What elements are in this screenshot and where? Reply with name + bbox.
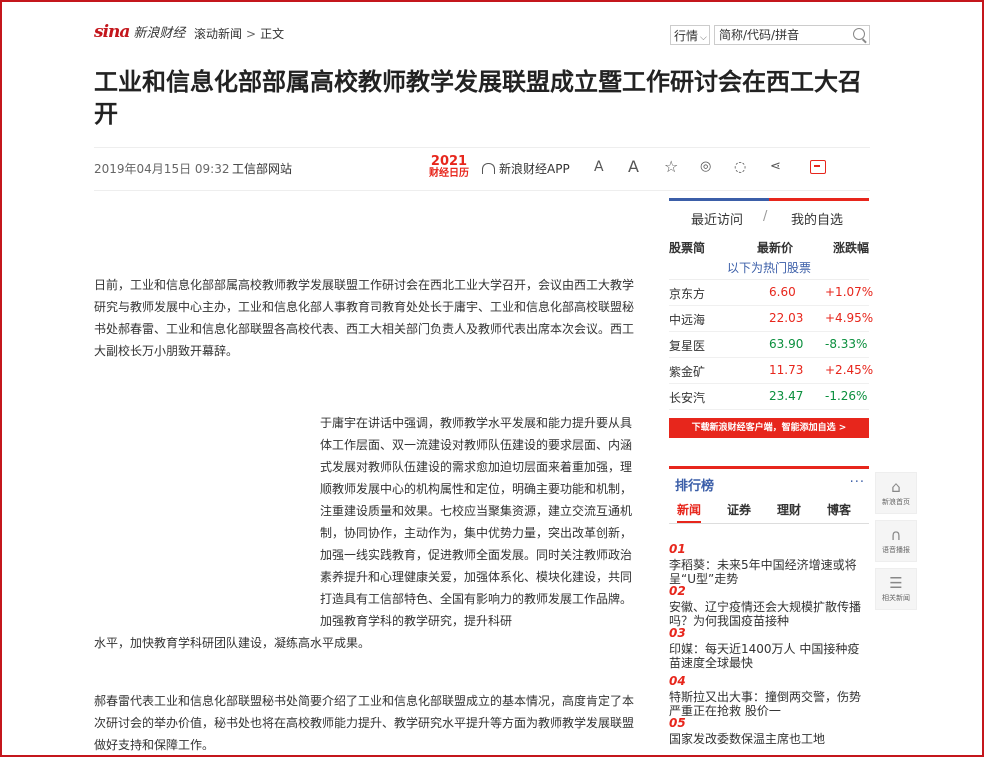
search-placeholder: 简称/代码/拼音 xyxy=(719,28,800,42)
home-icon: ⌂ xyxy=(891,478,901,496)
wechat-icon[interactable]: ◌ xyxy=(734,158,746,176)
ranking-headline[interactable]: 印媒：每天近1400万人 中国接种疫苗速度全球最快 xyxy=(669,642,865,670)
ranking-headline[interactable]: 国家发改委数保温主席也工地 xyxy=(669,732,865,746)
stock-watch-panel: 最近访问 / 我的自选 股票简 最新价 涨跌幅 以下为热门股票 京东方 6.60 +… xyxy=(669,198,873,438)
search-icon[interactable] xyxy=(853,28,865,40)
stock-price: 63.90 xyxy=(769,337,804,351)
ranking-title: 排行榜 xyxy=(675,479,715,494)
stock-change: -8.33% xyxy=(825,337,868,351)
ranking-number: 05 xyxy=(669,716,686,730)
stock-table-header: 股票简 最新价 涨跌幅 xyxy=(669,237,869,257)
star-icon[interactable]: ☆ xyxy=(664,158,678,176)
col-name: 股票简 xyxy=(669,241,706,255)
article-paragraph: 于庸宇在讲话中强调，教师教学水平发展和能力提升要从具体工作层面、双一流建设对教师… xyxy=(320,416,633,628)
ranking-item[interactable]: 01 李稻葵：未来5年中国经济增速或将呈“U型”走势 xyxy=(669,542,865,586)
article-source[interactable]: 工信部网站 xyxy=(232,160,292,177)
tab-blog[interactable]: 博客 xyxy=(827,501,851,518)
stock-price: 22.03 xyxy=(769,311,804,325)
ranking-header: 排行榜 ··· xyxy=(669,466,869,497)
col-price: 最新价 xyxy=(757,241,794,255)
ranking-item[interactable]: 05 国家发改委数保温主席也工地 xyxy=(669,716,865,746)
ranking-number: 03 xyxy=(669,626,686,640)
article-paragraph: 郝春雷代表工业和信息化部联盟秘书处简要介绍了工业和信息化部联盟成立的基本情况，高… xyxy=(94,694,635,752)
float-audio-button[interactable]: ∩ 语音播报 xyxy=(875,520,917,562)
stock-price: 11.73 xyxy=(769,363,804,377)
headphone-icon xyxy=(482,163,495,174)
breadcrumb-item-body: 正文 xyxy=(260,27,285,41)
col-change: 涨跌幅 xyxy=(833,241,870,255)
tab-my-watchlist[interactable]: 我的自选 xyxy=(791,209,843,228)
chevron-down-icon: ⌵ xyxy=(700,33,707,43)
tab-underline xyxy=(769,198,869,201)
stock-tabs: 最近访问 / 我的自选 xyxy=(669,198,869,237)
stock-row[interactable]: 长安汽 23.47 -1.26% xyxy=(669,384,869,410)
ranking-tabs: 新闻 证券 理财 博客 xyxy=(669,497,869,524)
stock-row[interactable]: 紫金矿 11.73 +2.45% xyxy=(669,358,873,384)
stock-change: +2.45% xyxy=(825,363,874,377)
tab-recent-visits[interactable]: 最近访问 xyxy=(691,209,743,228)
comment-icon[interactable] xyxy=(810,160,826,174)
stock-change: +1.07% xyxy=(825,285,874,299)
headphone-icon: ∩ xyxy=(890,526,902,544)
ranking-panel: 排行榜 ··· 新闻 证券 理财 博客 01 李稻葵：未来5年中国经济增速或将呈“… xyxy=(669,466,869,746)
more-icon[interactable]: ··· xyxy=(850,475,865,490)
download-app-button[interactable]: 下载新浪财经客户端，智能添加自选 > xyxy=(669,418,869,438)
tab-securities[interactable]: 证券 xyxy=(727,501,751,518)
stock-change: -1.26% xyxy=(825,389,868,403)
article-paragraph-continuation: 水平，加快教育学科研团队建设，凝练高水平成果。 xyxy=(94,636,371,650)
stock-change: +4.95% xyxy=(825,311,874,325)
quote-type-select[interactable]: 行情 ⌵ xyxy=(670,25,710,45)
ranking-headline[interactable]: 李稻葵：未来5年中国经济增速或将呈“U型”走势 xyxy=(669,558,865,586)
ranking-item[interactable]: 04 特斯拉又出大事：撞倒两交警，伤势严重正在抢救 股价一 xyxy=(669,674,865,718)
stock-price: 23.47 xyxy=(769,389,804,403)
stock-row[interactable]: 复星医 63.90 -8.33% xyxy=(669,332,869,358)
weibo-icon[interactable]: ◎ xyxy=(700,158,711,176)
ranking-number: 04 xyxy=(669,674,686,688)
stock-row[interactable]: 中远海 22.03 +4.95% xyxy=(669,306,873,332)
stock-price: 6.60 xyxy=(769,285,796,299)
top-bar: sina 新浪财经 滚动新闻 > 正文 行情 ⌵ 简称/代码/拼音 xyxy=(94,22,870,50)
tab-finance[interactable]: 理财 xyxy=(777,501,801,518)
ranking-item[interactable]: 02 安徽、辽宁疫情还会大规模扩散传播吗？为何我国疫苗接种 xyxy=(669,584,865,628)
share-icon[interactable]: ⋖ xyxy=(770,158,781,176)
stock-name[interactable]: 长安汽 xyxy=(669,389,705,406)
font-decrease-icon[interactable]: A xyxy=(594,158,604,176)
sina-logo[interactable]: sina 新浪财经 xyxy=(94,22,185,42)
float-related-news-button[interactable]: ☰ 相关新闻 xyxy=(875,568,917,610)
float-home-button[interactable]: ⌂ 新浪首页 xyxy=(875,472,917,514)
breadcrumb: 滚动新闻 > 正文 xyxy=(194,25,284,42)
hot-stocks-label: 以下为热门股票 xyxy=(669,257,869,280)
publish-date: 2019年04月15日 09:32 xyxy=(94,162,230,176)
article-title: 工业和信息化部部属高校教师教学发展联盟成立暨工作研讨会在西工大召开 xyxy=(94,68,862,128)
browser-frame: sina 新浪财经 滚动新闻 > 正文 行情 ⌵ 简称/代码/拼音 工业和信息化部部属高… xyxy=(0,0,984,757)
finance-calendar-badge[interactable]: 2021 财经日历 xyxy=(424,155,474,180)
ranking-headline[interactable]: 特斯拉又出大事：撞倒两交警，伤势严重正在抢救 股价一 xyxy=(669,690,865,718)
breadcrumb-separator: > xyxy=(246,27,257,41)
tab-news[interactable]: 新闻 xyxy=(677,501,702,523)
stock-name[interactable]: 中远海 xyxy=(669,311,705,328)
font-increase-icon[interactable]: A xyxy=(628,158,639,176)
ranking-item[interactable]: 03 印媒：每天近1400万人 中国接种疫苗速度全球最快 xyxy=(669,626,865,670)
stock-name[interactable]: 复星医 xyxy=(669,337,705,354)
ranking-number: 01 xyxy=(669,542,686,556)
news-list-icon: ☰ xyxy=(889,574,903,592)
sina-app-link[interactable]: 新浪财经APP xyxy=(482,160,570,177)
stock-name[interactable]: 紫金矿 xyxy=(669,363,705,380)
article-paragraph: 日前，工业和信息化部部属高校教师教学发展联盟工作研讨会在西北工业大学召开，会议由… xyxy=(94,278,635,358)
ranking-number: 02 xyxy=(669,584,686,598)
stock-row[interactable]: 京东方 6.60 +1.07% xyxy=(669,280,873,306)
breadcrumb-item-rolling-news[interactable]: 滚动新闻 xyxy=(194,27,242,41)
stock-name[interactable]: 京东方 xyxy=(669,285,705,302)
article-paragraph-block: 于庸宇在讲话中强调，教师教学水平发展和能力提升要从具体工作层面、双一流建设对教师… xyxy=(94,412,638,654)
stock-search-input[interactable]: 简称/代码/拼音 xyxy=(714,25,870,45)
ranking-headline[interactable]: 安徽、辽宁疫情还会大规模扩散传播吗？为何我国疫苗接种 xyxy=(669,600,865,628)
article-meta-bar: 2019年04月15日 09:32 工信部网站 2021 财经日历 新浪财经APP… xyxy=(94,147,870,191)
tab-separator: / xyxy=(763,209,768,224)
logo-subtitle: 新浪财经 xyxy=(133,26,186,41)
